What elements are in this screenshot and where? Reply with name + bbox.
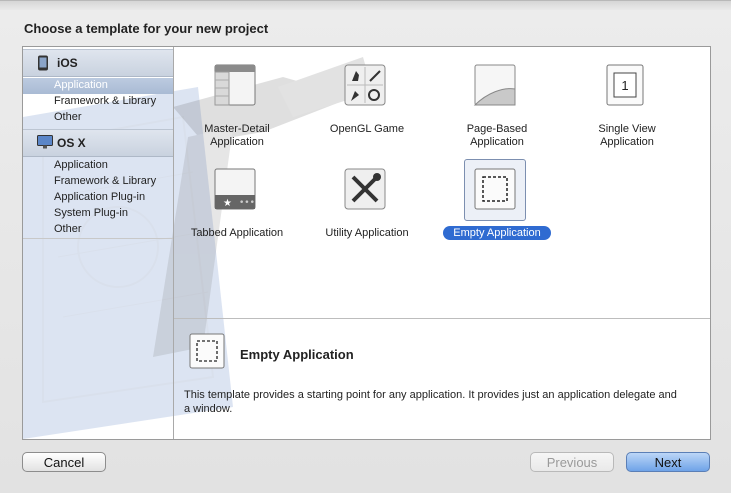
previous-button[interactable]: Previous: [530, 452, 614, 472]
single-view-icon: 1: [603, 63, 651, 111]
template-label: Application: [210, 136, 264, 148]
empty-dashed-icon: [189, 333, 225, 369]
template-empty[interactable]: Empty Application: [432, 159, 562, 257]
sidebar-section-osx: OS X: [23, 129, 173, 157]
template-sidebar: iOS Application Framework & Library Othe…: [23, 47, 174, 439]
svg-text:1: 1: [621, 78, 628, 93]
iphone-icon: [37, 55, 49, 74]
detail-description: This template provides a starting point …: [184, 389, 677, 415]
template-single-view[interactable]: 1 Single View Application: [562, 63, 692, 153]
svg-text:★: ★: [223, 198, 232, 209]
sidebar-section-ios: iOS: [23, 49, 173, 77]
template-utility[interactable]: Utility Application: [302, 167, 432, 257]
opengl-game-icon: [343, 63, 391, 111]
template-label: Application: [470, 136, 524, 148]
template-page-based[interactable]: Page-Based Application: [432, 63, 562, 153]
utility-tools-icon: [343, 167, 391, 215]
detail-separator: [174, 318, 710, 319]
cancel-button[interactable]: Cancel: [22, 452, 106, 472]
sidebar-item-ios-other[interactable]: Other: [23, 110, 173, 126]
mac-app-icon: [37, 135, 53, 152]
dialog-title: Choose a template for your new project: [24, 21, 269, 36]
sidebar-item-osx-system-plugin[interactable]: System Plug-in: [23, 206, 173, 222]
template-opengl-game[interactable]: OpenGL Game: [302, 63, 432, 153]
template-label: Page-Based: [466, 123, 528, 135]
sidebar-item-ios-framework-library[interactable]: Framework & Library: [23, 94, 173, 110]
template-master-detail[interactable]: Master-Detail Application: [172, 63, 302, 153]
template-label: OpenGL Game: [329, 123, 405, 135]
sidebar-section-label: OS X: [57, 136, 86, 150]
page-curl-icon: [473, 63, 521, 111]
template-tabbed[interactable]: ★ ••• Tabbed Application: [172, 167, 302, 257]
sidebar-item-osx-application-plugin[interactable]: Application Plug-in: [23, 190, 173, 206]
tabbed-icon: ★ •••: [213, 167, 261, 215]
sidebar-item-osx-other[interactable]: Other: [23, 222, 173, 238]
next-button[interactable]: Next: [626, 452, 710, 472]
master-detail-icon: [213, 63, 261, 111]
template-label: Tabbed Application: [190, 227, 284, 239]
detail-title: Empty Application: [240, 347, 354, 362]
window-top-strip: [0, 1, 731, 10]
sidebar-item-osx-application[interactable]: Application: [23, 158, 173, 174]
template-chooser-panel: iOS Application Framework & Library Othe…: [22, 46, 711, 440]
sidebar-divider: [23, 238, 173, 239]
template-label: Single View: [598, 123, 656, 135]
template-label-selected: Empty Application: [443, 226, 551, 240]
sidebar-item-osx-framework-library[interactable]: Framework & Library: [23, 174, 173, 190]
new-project-dialog: Choose a template for your new project i…: [0, 0, 731, 493]
sidebar-item-ios-application[interactable]: Application: [23, 78, 173, 94]
sidebar-section-label: iOS: [57, 56, 78, 70]
template-label: Application: [600, 136, 654, 148]
template-label: Utility Application: [325, 227, 409, 239]
template-label: Master-Detail: [204, 123, 270, 135]
svg-text:•••: •••: [239, 198, 255, 208]
empty-dashed-icon: [473, 167, 521, 215]
